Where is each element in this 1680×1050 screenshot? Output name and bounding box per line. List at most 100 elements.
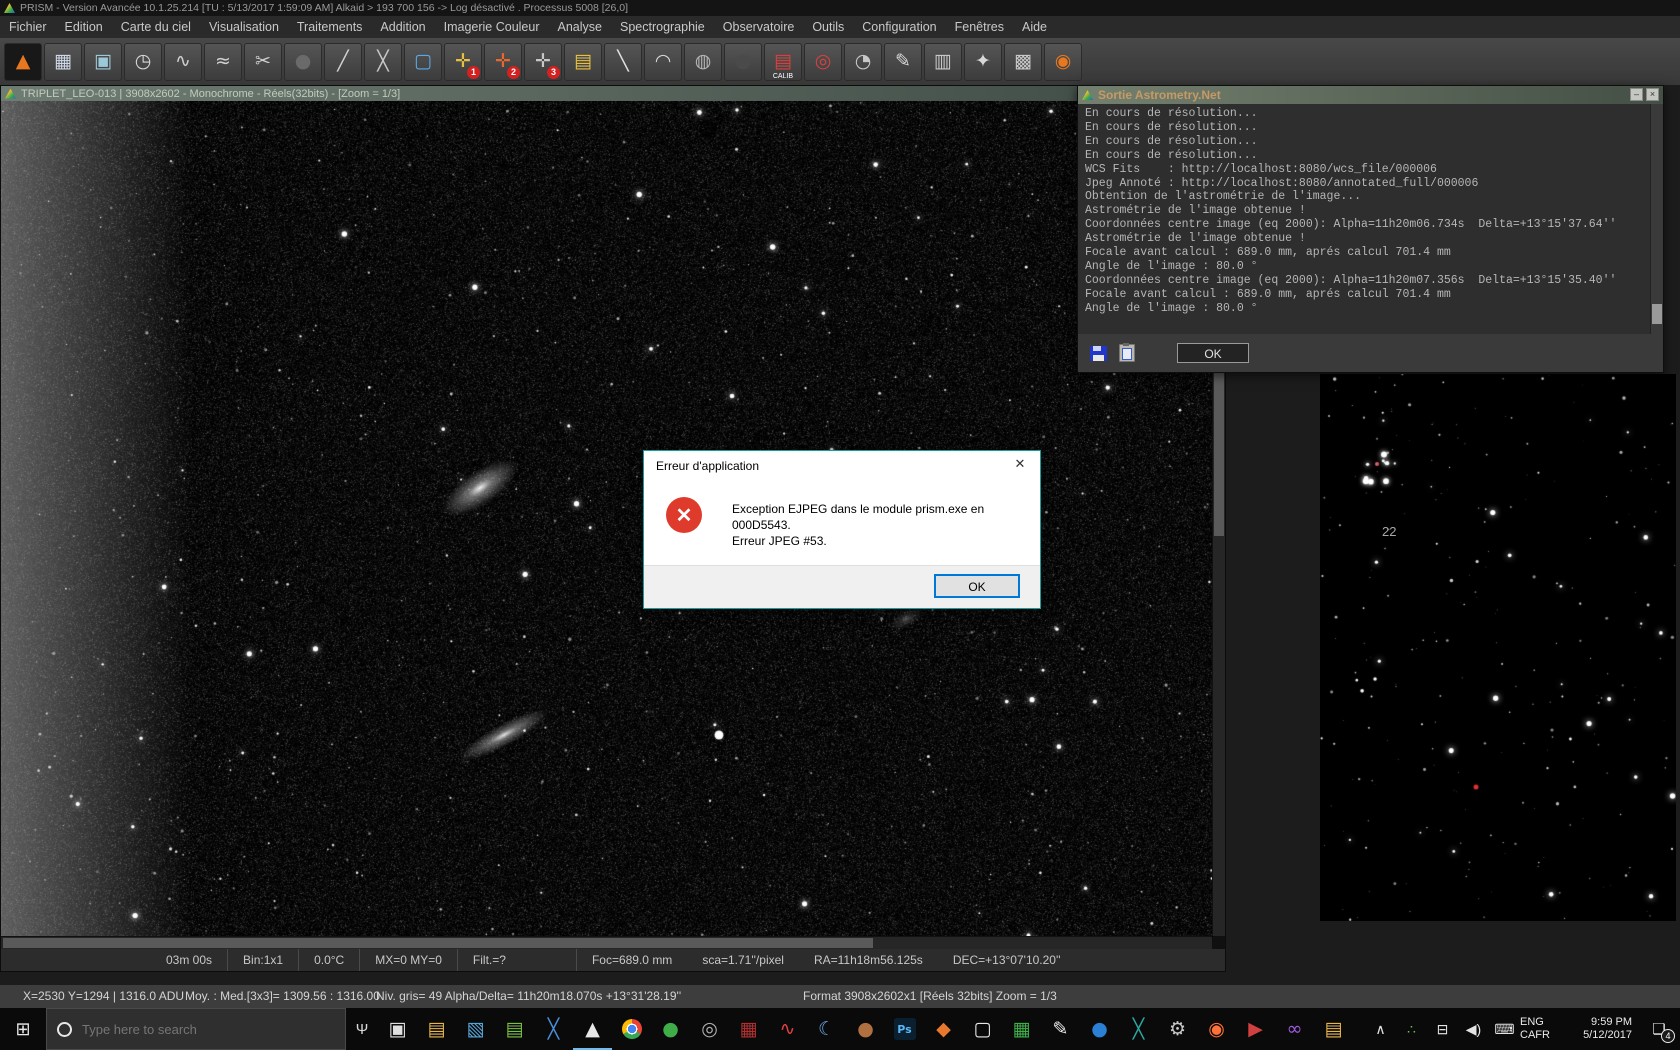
taskbar-file-explorer[interactable]: ▤ (417, 1008, 456, 1050)
menu-configuration[interactable]: Configuration (853, 16, 945, 38)
menu-edition[interactable]: Edition (56, 16, 112, 38)
moon-button[interactable]: ◍ (684, 43, 722, 81)
save-button[interactable]: ▦ (44, 43, 82, 81)
display-button[interactable]: ▣ (84, 43, 122, 81)
taskbar-green-grid-app[interactable]: ▦ (1002, 1008, 1041, 1050)
prism-app-button[interactable]: ▲ (4, 43, 42, 81)
image-window-titlebar[interactable]: TRIPLET_LEO-013 | 3908x2602 - Monochrome… (1, 86, 1225, 101)
menu-analyse[interactable]: Analyse (549, 16, 611, 38)
telescope-1-button[interactable]: ✛ 1 (444, 43, 482, 81)
stopwatch-button[interactable]: ◷ (124, 43, 162, 81)
image-window-title: TRIPLET_LEO-013 | 3908x2602 - Monochrome… (21, 88, 400, 100)
taskbar-gear-app[interactable]: ⚙ (1158, 1008, 1197, 1050)
tray-app[interactable]: ∴ (1396, 1008, 1427, 1050)
pen-button[interactable]: ✎ (884, 43, 922, 81)
chevron-up[interactable]: ∧ (1365, 1008, 1396, 1050)
slope-button[interactable]: ╱ (324, 43, 362, 81)
crop-curve-button[interactable]: ✂ (244, 43, 282, 81)
magic-button[interactable]: ✦ (964, 43, 1002, 81)
clock[interactable]: 9:59 PM 5/12/2017 (1566, 1008, 1638, 1050)
log-line: En cours de résolution... (1085, 107, 1650, 121)
taskbar-photos[interactable]: ▧ (456, 1008, 495, 1050)
astrometry-scrollbar[interactable] (1650, 104, 1663, 334)
menu-spectrographie[interactable]: Spectrographie (611, 16, 714, 38)
taskbar-prism[interactable]: ▲ (573, 1008, 612, 1050)
close-button[interactable]: × (1646, 88, 1659, 101)
menu-addition[interactable]: Addition (371, 16, 434, 38)
save-log-icon[interactable] (1090, 346, 1107, 361)
taskbar-photoshop[interactable]: Ps (885, 1008, 924, 1050)
telescope-2-button[interactable]: ✛ 2 (484, 43, 522, 81)
taskbar-blue-x-app[interactable]: ╳ (534, 1008, 573, 1050)
taskbar-pen-app[interactable]: ✎ (1041, 1008, 1080, 1050)
volume[interactable]: ◀) (1458, 1008, 1489, 1050)
search-box[interactable] (46, 1008, 346, 1050)
menu-fen-tres[interactable]: Fenêtres (946, 16, 1013, 38)
planet-button[interactable]: ● (284, 43, 322, 81)
cross-button[interactable]: ╳ (364, 43, 402, 81)
log-line: Focale avant calcul : 689.0 mm, aprés ca… (1085, 246, 1650, 260)
telescope-3-button[interactable]: ✛ 3 (524, 43, 562, 81)
astrometry-ok-button[interactable]: OK (1177, 343, 1249, 363)
taskbar-firefox[interactable]: ◉ (1197, 1008, 1236, 1050)
clock-date: 5/12/2017 (1583, 1029, 1632, 1042)
taskbar-folder-green[interactable]: ▤ (495, 1008, 534, 1050)
taskbar-blue-app[interactable]: ● (1080, 1008, 1119, 1050)
grid-button[interactable]: ▩ (1004, 43, 1042, 81)
taskbar-task-view[interactable]: ▣ (378, 1008, 417, 1050)
annotated-starfield-image[interactable] (1320, 374, 1676, 921)
graph-app-icon: ∿ (780, 1020, 796, 1039)
action-center-icon[interactable]: ❏ 4 (1638, 1008, 1680, 1050)
error-ok-button[interactable]: OK (934, 574, 1020, 598)
hscroll-thumb[interactable] (3, 938, 873, 948)
dark-sphere-button[interactable]: ● (724, 43, 762, 81)
menu-carte-du-ciel[interactable]: Carte du ciel (112, 16, 200, 38)
taskbar-teal-x-app[interactable]: ╳ (1119, 1008, 1158, 1050)
error-close-icon[interactable]: ✕ (1010, 456, 1030, 472)
levels-curve-button[interactable]: ∿ (164, 43, 202, 81)
panels-button[interactable]: ▥ (924, 43, 962, 81)
calibration-button[interactable]: ▤ CALIB (764, 43, 802, 81)
menu-outils[interactable]: Outils (803, 16, 853, 38)
capture-frame-button[interactable]: ▢ (404, 43, 442, 81)
target-button[interactable]: ◎ (804, 43, 842, 81)
microphone-icon[interactable]: Ψ (346, 1008, 378, 1050)
app-status-bar: X=2530 Y=1294 | 1316.0 ADU Moy. : Med.[3… (0, 985, 1680, 1008)
taskbar-moon-app[interactable]: ☾ (807, 1008, 846, 1050)
taskbar-visual-studio[interactable]: ∞ (1275, 1008, 1314, 1050)
taskbar-file-explorer-2[interactable]: ▤ (1314, 1008, 1353, 1050)
white-app-icon: ▢ (974, 1020, 992, 1039)
observatory-button[interactable]: ◉ (1044, 43, 1082, 81)
menu-visualisation[interactable]: Visualisation (200, 16, 288, 38)
menu-fichier[interactable]: Fichier (0, 16, 56, 38)
dome-button[interactable]: ◠ (644, 43, 682, 81)
system-tray: ∧ ∴ ⊟ ◀) ⌨ (1365, 1008, 1520, 1050)
astro-scroll-thumb[interactable] (1652, 304, 1662, 324)
touch-keyboard[interactable]: ⌨ (1489, 1008, 1520, 1050)
menu-traitements[interactable]: Traitements (288, 16, 372, 38)
taskbar-chrome[interactable] (612, 1008, 651, 1050)
image-horizontal-scrollbar[interactable] (1, 936, 1212, 949)
taskbar-green-sphere[interactable]: ● (651, 1008, 690, 1050)
copy-log-icon[interactable] (1119, 344, 1135, 362)
taskbar-video-app[interactable]: ▶ (1236, 1008, 1275, 1050)
menu-imagerie-couleur[interactable]: Imagerie Couleur (435, 16, 549, 38)
telescope-mount-button[interactable]: ╲ (604, 43, 642, 81)
taskbar-backyard-eos[interactable]: ▦ (729, 1008, 768, 1050)
taskbar-flame-app[interactable]: ◆ (924, 1008, 963, 1050)
minimize-button[interactable]: – (1630, 88, 1643, 101)
language-indicator[interactable]: ENG CAFR (1520, 1008, 1566, 1050)
histogram-button[interactable]: ≈ (204, 43, 242, 81)
taskbar-graph-app[interactable]: ∿ (768, 1008, 807, 1050)
filter-wheel-button[interactable]: ◔ (844, 43, 882, 81)
astrometry-titlebar[interactable]: Sortie Astrometry.Net – × (1078, 86, 1663, 104)
menu-observatoire[interactable]: Observatoire (714, 16, 804, 38)
network[interactable]: ⊟ (1427, 1008, 1458, 1050)
menu-aide[interactable]: Aide (1013, 16, 1056, 38)
search-input[interactable] (80, 1021, 314, 1038)
taskbar-bullseye[interactable]: ◎ (690, 1008, 729, 1050)
taskbar-white-app[interactable]: ▢ (963, 1008, 1002, 1050)
taskbar-copper-sphere[interactable]: ● (846, 1008, 885, 1050)
ccd-camera-button[interactable]: ▤ (564, 43, 602, 81)
start-button[interactable]: ⊞ (0, 1008, 46, 1050)
